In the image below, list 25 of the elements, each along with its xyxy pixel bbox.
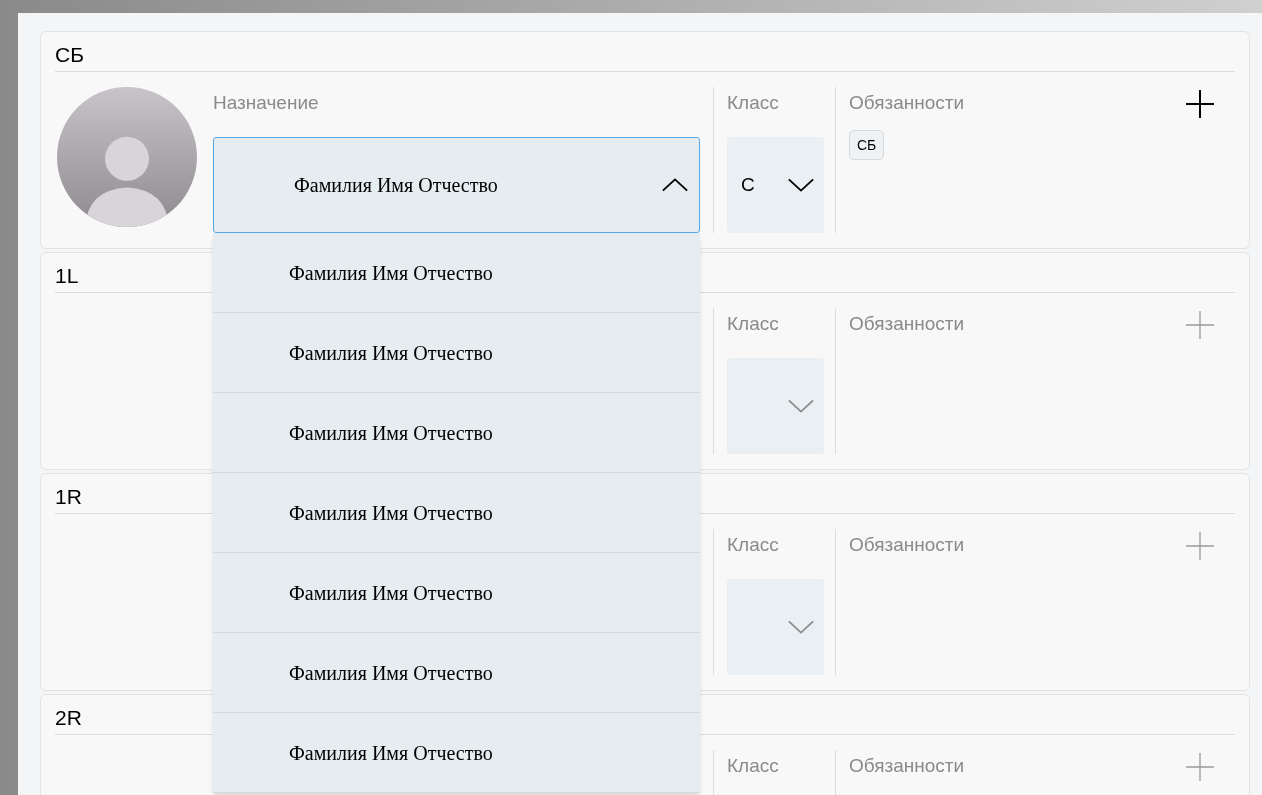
- field-label: Класс: [727, 533, 780, 557]
- chevron-icon: [787, 398, 815, 414]
- class-select[interactable]: [727, 358, 824, 454]
- plus-icon: [1185, 752, 1215, 782]
- class-select[interactable]: [727, 579, 824, 675]
- card-title: 2R: [55, 695, 1235, 735]
- chevron-icon: [787, 177, 815, 193]
- plus-icon: [1185, 310, 1215, 340]
- field-label: Обязанности: [849, 91, 965, 115]
- chevron-icon: [661, 177, 689, 193]
- field-label: Обязанности: [849, 312, 965, 336]
- plus-icon: [1185, 531, 1215, 561]
- chevron-icon: [787, 619, 815, 635]
- field-label: Обязанности: [849, 754, 965, 778]
- duty-tag: СБ: [849, 130, 885, 160]
- field-label: Класс: [727, 312, 780, 336]
- add-button[interactable]: [1183, 87, 1217, 121]
- field-label: Назначение: [213, 91, 320, 115]
- class-select[interactable]: С: [727, 137, 824, 233]
- card-title: СБ: [55, 32, 1235, 72]
- plus-icon: [1185, 89, 1215, 119]
- field-label: Класс: [727, 754, 780, 778]
- name-select[interactable]: Фамилия Имя Отчество: [213, 137, 700, 233]
- field-label: Обязанности: [849, 533, 965, 557]
- field-label: Класс: [727, 91, 780, 115]
